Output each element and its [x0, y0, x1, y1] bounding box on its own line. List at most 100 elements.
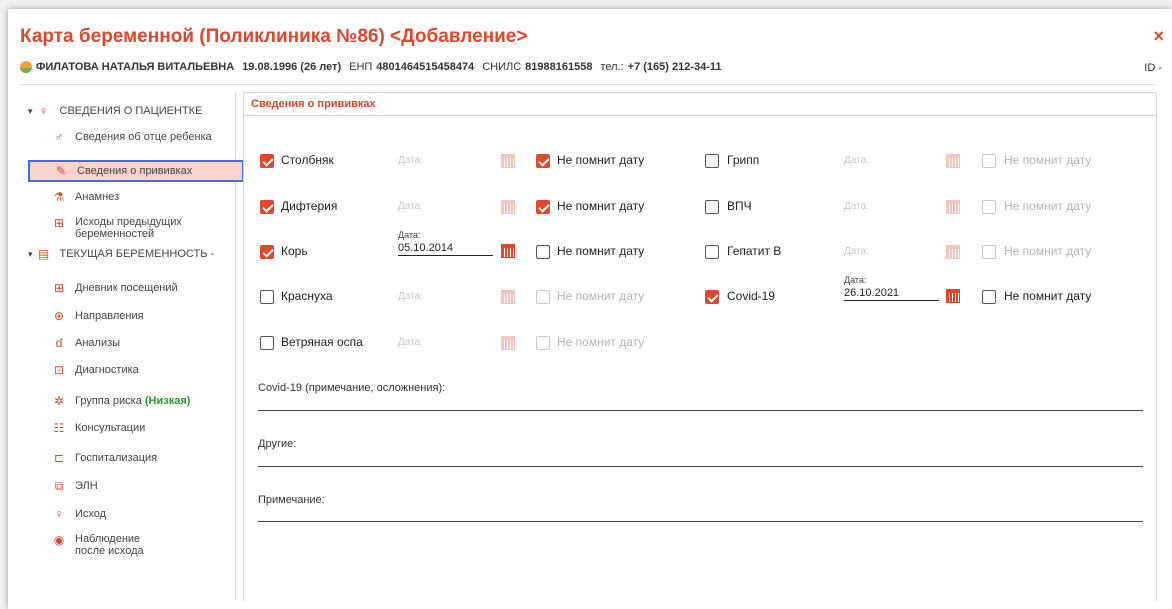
- clipboard-plus-icon: ⊞: [53, 216, 65, 230]
- dont-remember-label: Не помнит дату: [1004, 153, 1092, 167]
- sidebar-item-outcome[interactable]: ♀ Исход: [52, 507, 107, 521]
- rubella-checkbox[interactable]: [260, 290, 274, 304]
- covid-note-input[interactable]: [258, 410, 1143, 411]
- diphtheria-checkbox[interactable]: [260, 200, 274, 214]
- calendar-icon[interactable]: [946, 200, 960, 214]
- tetanus-checkbox[interactable]: [260, 154, 274, 168]
- panel-header: Сведения о прививках: [244, 93, 1156, 116]
- sidebar-item-label: Наблюдение после исхода: [75, 533, 144, 557]
- measles-checkbox[interactable]: [260, 245, 274, 259]
- table-icon: ⊞: [53, 281, 65, 295]
- sidebar-item-vaccinations[interactable]: ✎ Сведения о прививках: [28, 160, 244, 182]
- patient-info-bar: ФИЛАТОВА НАТАЛЬЯ ВИТАЛЬЕВНА 19.08.1996 (…: [20, 59, 722, 75]
- sidebar-item-analyses[interactable]: ɗ Анализы: [52, 336, 120, 350]
- diphtheria-date-input[interactable]: Дата:: [398, 200, 493, 214]
- pulse-icon: ⊡: [53, 363, 65, 377]
- sidebar-item-anamnesis[interactable]: ⚗ Анамнез: [52, 190, 119, 204]
- female-icon: ♀: [39, 104, 49, 118]
- covid-note-label: Covid-19 (примечание, осложнения):: [258, 382, 446, 394]
- sidebar-item-label: Группа риска: [75, 395, 142, 407]
- diphtheria-dont-remember-checkbox[interactable]: [536, 200, 550, 214]
- sidebar-item-label: Госпитализация: [75, 452, 158, 464]
- sidebar-item-consultations[interactable]: ☷ Консультации: [52, 421, 146, 435]
- sidebar-item-diagnostics[interactable]: ⊡ Диагностика: [52, 363, 139, 377]
- dont-remember-label: Не помнит дату: [557, 335, 645, 349]
- covid-date-caption: Дата:: [844, 275, 867, 285]
- eye-icon: ◉: [53, 533, 65, 547]
- chickenpox-date-input[interactable]: Дата:: [398, 336, 493, 350]
- chickenpox-dont-remember-checkbox[interactable]: [536, 336, 550, 350]
- flu-dont-remember-checkbox[interactable]: [982, 154, 996, 168]
- chickenpox-checkbox[interactable]: [260, 336, 274, 350]
- hepb-dont-remember-checkbox[interactable]: [982, 245, 996, 259]
- other-label: Другие:: [258, 438, 297, 450]
- measles-dont-remember-checkbox[interactable]: [536, 245, 550, 259]
- rubella-dont-remember-checkbox[interactable]: [536, 290, 550, 304]
- person-icon: ♂: [54, 130, 64, 144]
- sidebar-item-label: Консультации: [75, 422, 146, 434]
- sidebar-item-label: Дневник посещений: [75, 282, 178, 294]
- chickenpox-label: Ветряная оспа: [281, 335, 363, 349]
- flu-date-input[interactable]: Дата:: [844, 154, 939, 168]
- snils-label: СНИЛС: [482, 61, 522, 73]
- phone-label: тел.:: [600, 61, 624, 73]
- dont-remember-label: Не помнит дату: [1004, 289, 1092, 303]
- document-list-icon: ☷: [53, 421, 65, 435]
- calendar-icon[interactable]: [501, 154, 515, 168]
- calendar-icon[interactable]: [501, 290, 515, 304]
- hpv-dont-remember-checkbox[interactable]: [982, 200, 996, 214]
- dont-remember-label: Не помнит дату: [1004, 244, 1092, 258]
- covid-label: Covid-19: [727, 289, 776, 303]
- sidebar-section-patient[interactable]: ▾ ♀ СВЕДЕНИЯ О ПАЦИЕНТКЕ: [28, 104, 202, 118]
- sidebar-item-father[interactable]: ♂ Сведения об отце ребенка: [52, 130, 212, 144]
- sidebar-item-label: Сведения об отце ребенка: [75, 131, 212, 143]
- sidebar-item-label: Исходы предыдущих беременностей: [75, 216, 182, 240]
- calendar-icon[interactable]: [501, 244, 515, 258]
- hpv-date-input[interactable]: Дата:: [844, 200, 939, 214]
- sidebar-item-prev-outcomes[interactable]: ⊞ Исходы предыдущих беременностей: [52, 216, 195, 240]
- sidebar-item-hospitalization[interactable]: ⊏ Госпитализация: [52, 451, 157, 465]
- measles-date-input[interactable]: 05.10.2014: [398, 241, 493, 256]
- sidebar-section-label: СВЕДЕНИЯ О ПАЦИЕНТКЕ: [59, 105, 203, 117]
- sidebar-item-referrals[interactable]: ⊕ Направления: [52, 309, 144, 323]
- covid-dont-remember-checkbox[interactable]: [982, 290, 996, 304]
- covid-date-input[interactable]: 26.10.2021: [844, 286, 939, 301]
- enp-value: 4801464515458474: [376, 61, 475, 73]
- hepb-date-input[interactable]: Дата:: [844, 245, 939, 259]
- diphtheria-label: Дифтерия: [281, 199, 338, 213]
- sidebar-item-diary[interactable]: ⊞ Дневник посещений: [52, 281, 178, 295]
- note-input[interactable]: [258, 521, 1143, 522]
- hepb-checkbox[interactable]: [705, 245, 719, 259]
- sidebar-item-eln[interactable]: ⧉ ЭЛН: [52, 479, 98, 493]
- calendar-icon[interactable]: [946, 245, 960, 259]
- flu-label: Грипп: [727, 153, 760, 167]
- phone-value: +7 (165) 212-34-11: [627, 61, 722, 73]
- hpv-label: ВПЧ: [727, 199, 752, 213]
- covid-checkbox[interactable]: [705, 290, 719, 304]
- tetanus-dont-remember-checkbox[interactable]: [536, 154, 550, 168]
- calendar-icon[interactable]: [946, 289, 960, 303]
- other-input[interactable]: [258, 466, 1143, 467]
- rubella-date-input[interactable]: Дата:: [398, 290, 493, 304]
- sidebar-item-observation[interactable]: ◉ Наблюдение после исхода: [52, 533, 155, 557]
- measles-label: Корь: [281, 244, 308, 258]
- calendar-icon[interactable]: [501, 200, 515, 214]
- chevron-down-icon: ▾: [28, 248, 33, 259]
- sidebar-item-risk-group[interactable]: ✲ Группа риска (Низкая): [52, 394, 190, 408]
- hpv-checkbox[interactable]: [705, 200, 719, 214]
- header-divider: [20, 84, 1155, 85]
- hazard-icon: ✲: [53, 394, 65, 408]
- flu-checkbox[interactable]: [705, 154, 719, 168]
- sidebar-item-label: Анализы: [75, 337, 121, 349]
- calendar-icon[interactable]: [946, 154, 960, 168]
- baby-icon: ♀: [54, 507, 64, 521]
- calendar-icon[interactable]: [501, 336, 515, 350]
- sidebar-section-current[interactable]: ▾ ▤ ТЕКУЩАЯ БЕРЕМЕННОСТЬ -: [28, 247, 214, 261]
- sidebar-item-label: ЭЛН: [75, 480, 98, 492]
- patient-icon: [20, 61, 32, 73]
- tetanus-date-input[interactable]: Дата:: [398, 154, 493, 168]
- sidebar-item-label: Исход: [75, 508, 107, 520]
- id-label: ID -: [1144, 62, 1162, 74]
- patient-birth: 19.08.1996 (26 лет): [242, 61, 342, 73]
- close-button[interactable]: ×: [1153, 26, 1164, 47]
